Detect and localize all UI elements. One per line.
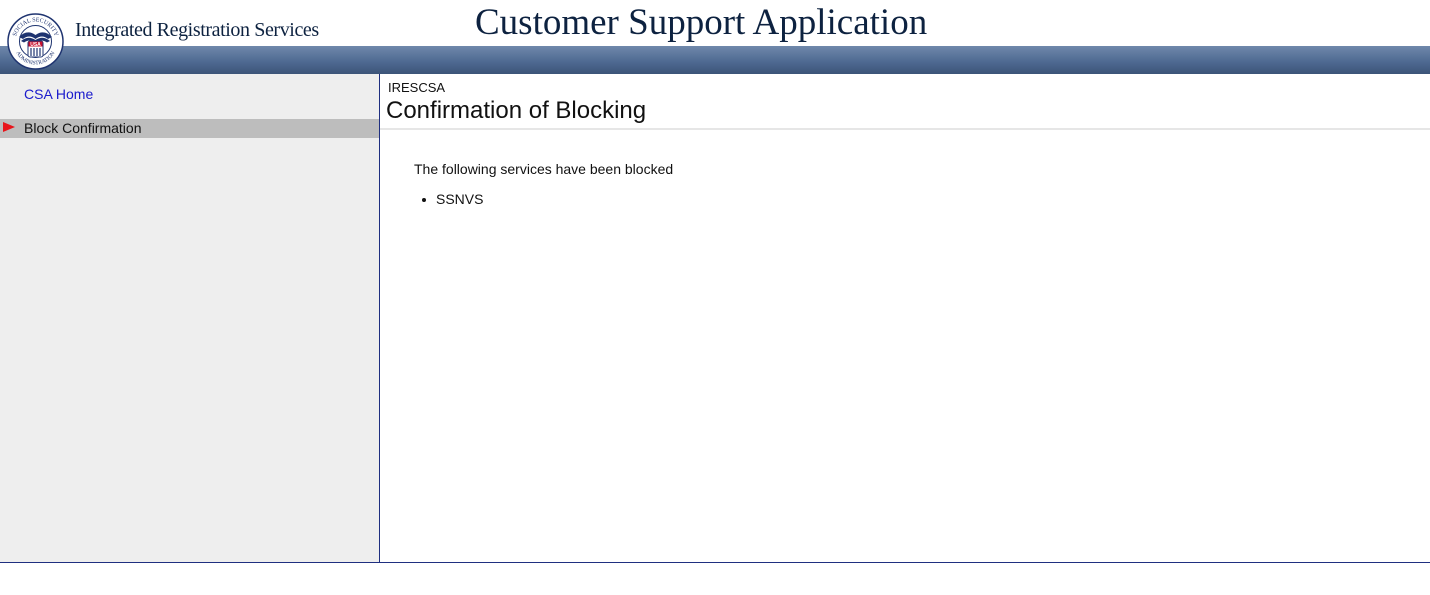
service-name: SSNVS	[436, 191, 484, 207]
sidebar-item-csa-home[interactable]: CSA Home	[24, 86, 93, 102]
title-divider	[380, 128, 1430, 130]
sidebar-nav: CSA Home Block Confirmation	[0, 74, 380, 562]
header: Integrated Registration Services Custome…	[0, 0, 1430, 46]
sidebar-item-block-confirmation[interactable]: Block Confirmation	[0, 119, 379, 138]
header-bar	[0, 46, 1430, 74]
ssa-seal-icon: SOCIAL SECURITY ADMINISTRATION USA	[7, 13, 64, 70]
sidebar-item-label: Block Confirmation	[24, 120, 142, 136]
blocked-services-list: SSNVS	[416, 191, 483, 207]
main-content: IRESCSA Confirmation of Blocking The fol…	[380, 74, 1430, 562]
red-arrow-icon	[3, 122, 15, 132]
list-item: SSNVS	[416, 191, 483, 207]
seal-center-text: USA	[30, 42, 41, 48]
bullet-icon	[422, 198, 426, 202]
footer-divider	[0, 562, 1430, 563]
confirmation-message: The following services have been blocked	[414, 161, 674, 177]
page-title: Confirmation of Blocking	[386, 97, 647, 124]
breadcrumb: IRESCSA	[388, 80, 446, 95]
org-name: Integrated Registration Services	[75, 19, 319, 41]
app-title: Customer Support Application	[475, 2, 928, 43]
